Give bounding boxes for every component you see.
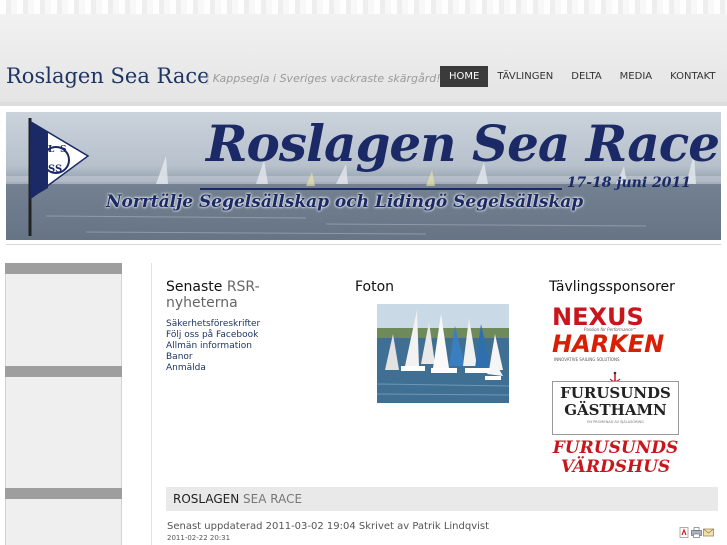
gasthamn-tagline: EN PROMENAD AV SJÄLASÖRING <box>587 420 644 424</box>
nav-delta[interactable]: DELTA <box>562 66 610 87</box>
banner-date: 17-18 juni 2011 <box>566 175 691 191</box>
email-icon[interactable] <box>703 527 714 538</box>
pdf-icon[interactable] <box>679 527 690 538</box>
article-section-accent: SEA RACE <box>243 492 303 506</box>
vardshus-line2: VÄRDSHUS <box>560 457 671 477</box>
news-title-main: Senaste <box>166 279 223 295</box>
banner: L S SS Roslagen Sea Race 17-18 juni 2011… <box>6 112 721 240</box>
nav-tavlingen[interactable]: TÄVLINGEN <box>488 66 562 87</box>
print-icon[interactable] <box>691 527 702 538</box>
news-link-safety[interactable]: Säkerhetsföreskrifter <box>166 319 260 330</box>
column-rule <box>151 263 152 545</box>
banner-title: Roslagen Sea Race <box>206 114 720 173</box>
tagline-separator: | <box>206 72 210 85</box>
header-texture <box>0 0 727 14</box>
site-title[interactable]: Roslagen Sea Race <box>6 64 210 88</box>
sponsor-vardshus-logo[interactable]: FURUSUNDS VÄRDSHUS <box>552 439 679 477</box>
sidebar-module <box>5 274 122 366</box>
sponsor-nexus-logo[interactable]: NEXUS Passion for Performance™ <box>552 303 679 332</box>
sponsors-title: Tävlingssponsorer <box>549 279 675 295</box>
site-tagline: | Kappsegla i Sveriges vackraste skärgård… <box>206 72 441 85</box>
sponsor-harken-logo[interactable]: HARKEN INNOVATIVE SAILING SOLUTIONS <box>552 330 679 363</box>
sidebar-module-header <box>5 366 122 377</box>
harken-tagline: INNOVATIVE SAILING SOLUTIONS <box>554 357 620 362</box>
race-photo[interactable] <box>377 304 509 403</box>
club-flag-logo: L S SS <box>28 118 90 236</box>
main-nav: HOME TÄVLINGEN DELTA MEDIA KONTAKT <box>440 66 725 87</box>
site-header: Roslagen Sea Race | Kappsegla i Sveriges … <box>0 0 727 106</box>
nav-home[interactable]: HOME <box>440 66 489 87</box>
nav-media[interactable]: MEDIA <box>611 66 661 87</box>
harken-name: HARKEN <box>552 330 665 358</box>
news-link-registered[interactable]: Anmälda <box>166 363 260 374</box>
sidebar-module-header <box>5 488 122 499</box>
gasthamn-line2: GÄSTHAMN <box>564 401 667 419</box>
vardshus-line1: FURUSUNDS <box>552 438 679 458</box>
sponsor-gasthamn-logo[interactable]: FURUSUNDS GÄSTHAMN EN PROMENAD AV SJÄLAS… <box>552 371 679 435</box>
news-link-courses[interactable]: Banor <box>166 352 260 363</box>
svg-text:L: L <box>48 145 55 155</box>
gasthamn-line1: FURUSUNDS <box>560 384 671 402</box>
article-tools <box>679 527 714 538</box>
sidebar-module <box>5 499 122 545</box>
banner-underline <box>200 188 562 190</box>
section-divider <box>6 244 721 245</box>
news-list: Säkerhetsföreskrifter Följ oss på Facebo… <box>166 319 260 374</box>
tagline-text: Kappsegla i Sveriges vackraste skärgård! <box>212 72 441 85</box>
article-date: 2011-02-22 20:31 <box>167 534 231 542</box>
article-header-bar: ROSLAGEN SEA RACE <box>166 487 718 511</box>
banner-subtitle: Norrtälje Segelsällskap och Lidingö Sege… <box>106 192 584 212</box>
svg-text:S: S <box>60 145 67 155</box>
banner-rule <box>6 112 13 116</box>
photos-title: Foton <box>355 279 395 295</box>
article-meta: Senast uppdaterad 2011-03-02 19:04 Skriv… <box>167 521 490 532</box>
svg-text:SS: SS <box>48 164 62 175</box>
news-title: Senaste RSR-nyheterna <box>166 279 296 311</box>
article-section-title: ROSLAGEN SEA RACE <box>173 492 302 506</box>
article-section-main: ROSLAGEN <box>173 492 240 506</box>
gasthamn-name: FURUSUNDS GÄSTHAMN <box>552 385 679 419</box>
sidebar-module-header <box>5 263 122 274</box>
sidebar <box>5 263 122 545</box>
news-link-facebook[interactable]: Följ oss på Facebook <box>166 330 260 341</box>
nav-kontakt[interactable]: KONTAKT <box>661 66 724 87</box>
news-link-general-info[interactable]: Allmän information <box>166 341 260 352</box>
sidebar-module <box>5 377 122 488</box>
header-bottom-border <box>0 102 727 106</box>
